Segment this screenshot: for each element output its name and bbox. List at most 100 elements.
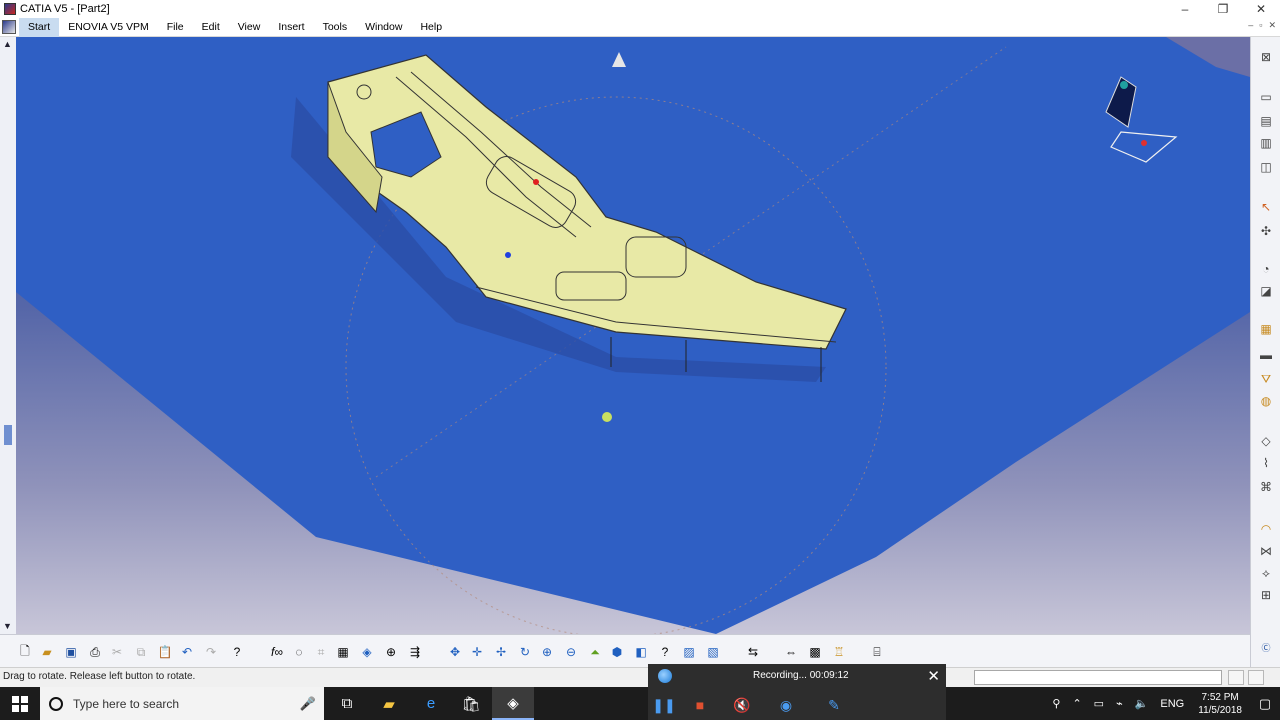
new-icon[interactable]: 🗋 (16, 643, 34, 661)
menu-help[interactable]: Help (411, 18, 451, 37)
zoom-rotate-icon[interactable]: ↻ (516, 643, 534, 661)
3d-viewport[interactable] (16, 37, 1250, 634)
shaft-icon[interactable]: ◫ (1257, 159, 1275, 175)
command-button-2[interactable] (1248, 670, 1264, 685)
tree-scroll-strip[interactable]: ▲ ▼ (0, 37, 16, 634)
taskbar-search-box[interactable]: Type here to search 🎤 (40, 687, 324, 720)
command-button-1[interactable] (1228, 670, 1244, 685)
store-icon[interactable]: 🛍 (450, 687, 492, 720)
volume-icon[interactable]: 🔈 (1129, 697, 1155, 710)
menu-window[interactable]: Window (356, 18, 411, 37)
remove-face-icon[interactable]: ⊞ (1257, 587, 1275, 603)
microphone-icon[interactable]: 🎤 (300, 696, 316, 712)
task-view-icon[interactable]: ⧉ (326, 687, 368, 720)
multi-view-icon[interactable]: ⇆ (744, 643, 762, 661)
thread-icon[interactable]: ◇ (1257, 433, 1275, 449)
people-icon[interactable]: ⚲ (1046, 697, 1066, 710)
exit-icon[interactable]: ⊠ (1257, 49, 1275, 65)
stiffener-icon[interactable]: ◠ (1257, 521, 1275, 537)
copy-icon[interactable]: ⧉ (132, 643, 150, 661)
pocket-icon[interactable]: ▥ (1257, 135, 1275, 151)
scroll-thumb[interactable] (4, 425, 12, 445)
pause-icon[interactable]: ❚❚ (652, 695, 675, 715)
notification-icon[interactable]: ▢ (1250, 696, 1280, 712)
cut-icon[interactable]: ✂ (108, 643, 126, 661)
camera-icon[interactable]: ⌸ (868, 643, 886, 661)
catalog-icon[interactable]: ♖ (830, 643, 848, 661)
start-button[interactable] (0, 687, 40, 720)
menu-insert[interactable]: Insert (269, 18, 313, 37)
hide-show-icon[interactable]: ◈ (358, 643, 376, 661)
draft-icon[interactable]: ▦ (1257, 321, 1275, 337)
file-explorer-icon[interactable]: ▰ (368, 687, 410, 720)
close-button[interactable]: ✕ (1242, 0, 1280, 18)
view-mode-icon[interactable]: ◧ (632, 643, 650, 661)
sketch-icon[interactable]: ▭ (1257, 89, 1275, 105)
shell-icon[interactable]: ▬ (1257, 347, 1275, 363)
comment-icon[interactable]: ◌ (290, 643, 308, 661)
show-hidden-icons-icon[interactable]: ⌃ (1066, 697, 1087, 710)
pan-icon[interactable]: ✛ (468, 643, 486, 661)
hide-icon[interactable]: ▨ (680, 643, 698, 661)
network-icon[interactable]: ⌁ (1110, 697, 1129, 710)
doc-minimize-button[interactable]: – (1248, 20, 1253, 31)
draw-pen-icon[interactable]: ✎ (824, 695, 844, 715)
catia-taskbar-icon[interactable]: ◈ (492, 687, 534, 720)
mute-icon[interactable]: 🔇 (732, 695, 752, 715)
menu-enovia[interactable]: ENOVIA V5 VPM (59, 18, 158, 37)
slot-icon[interactable]: ⌘ (1257, 479, 1275, 495)
rib-icon[interactable]: ⌇ (1257, 455, 1275, 471)
snap-icon[interactable]: ⌗ (312, 643, 330, 661)
restore-button[interactable]: ❐ (1204, 0, 1242, 18)
rotate-icon[interactable]: ✢ (492, 643, 510, 661)
zoom-out-icon[interactable]: ⊖ (562, 643, 580, 661)
catia-menu-icon[interactable] (2, 20, 16, 34)
whats-this-icon[interactable]: ? (228, 643, 246, 661)
menu-view[interactable]: View (229, 18, 270, 37)
apply-material-icon[interactable]: ▩ (806, 643, 824, 661)
menu-tools[interactable]: Tools (314, 18, 357, 37)
minimize-button[interactable]: – (1166, 0, 1204, 18)
thickness-icon[interactable]: ⛛ (1257, 371, 1275, 387)
clock[interactable]: 7:52 PM 11/5/2018 (1190, 691, 1250, 717)
edge-browser-icon[interactable]: e (410, 687, 452, 720)
stop-icon[interactable]: ■ (690, 695, 710, 715)
command-input[interactable] (974, 670, 1222, 685)
battery-icon[interactable]: ▭ (1088, 697, 1110, 710)
fit-all-icon[interactable]: ✥ (446, 643, 464, 661)
language-indicator[interactable]: ENG (1154, 698, 1190, 710)
doc-restore-button[interactable]: ▫ (1259, 20, 1262, 31)
compass-icon[interactable]: ✣ (1257, 223, 1275, 239)
iso-view-icon[interactable]: ⬢ (608, 643, 626, 661)
formula-icon[interactable]: f∞ (268, 643, 286, 661)
fillet-icon[interactable]: ◔ (1257, 261, 1275, 277)
undo-icon[interactable]: ↶ (178, 643, 196, 661)
grid-icon[interactable]: ▦ (334, 643, 352, 661)
recorder-close-icon[interactable]: ✕ (927, 667, 940, 685)
split-icon[interactable]: ⟡ (1257, 565, 1275, 581)
pad-icon[interactable]: ▤ (1257, 113, 1275, 129)
swap-icon[interactable]: ⊕ (382, 643, 400, 661)
menu-start[interactable]: Start (19, 17, 60, 37)
print-icon[interactable]: ⎙ (86, 643, 104, 661)
open-icon[interactable]: ▰ (38, 643, 56, 661)
zoom-in-icon[interactable]: ⊕ (538, 643, 556, 661)
analysis-icon[interactable]: ⇔ (782, 643, 800, 661)
hole-icon[interactable]: ◍ (1257, 393, 1275, 409)
chamfer-icon[interactable]: ◪ (1257, 283, 1275, 299)
scroll-up-icon[interactable]: ▲ (3, 39, 12, 49)
redo-icon[interactable]: ↷ (202, 643, 220, 661)
fly-mode-icon[interactable]: ⇶ (406, 643, 424, 661)
scroll-down-icon[interactable]: ▼ (3, 621, 12, 631)
menu-edit[interactable]: Edit (193, 18, 229, 37)
menu-file[interactable]: File (158, 18, 193, 37)
normal-view-icon[interactable]: ⏶ (586, 643, 604, 661)
measure-icon[interactable]: ▧ (704, 643, 722, 661)
select-icon[interactable]: ↖ (1257, 199, 1275, 215)
shading-icon[interactable]: ? (656, 643, 674, 661)
paste-icon[interactable]: 📋 (156, 643, 174, 661)
webcam-icon[interactable]: ◉ (776, 695, 796, 715)
loft-icon[interactable]: ⋈ (1257, 543, 1275, 559)
doc-close-button[interactable]: ✕ (1268, 20, 1276, 31)
save-icon[interactable]: ▣ (62, 643, 80, 661)
